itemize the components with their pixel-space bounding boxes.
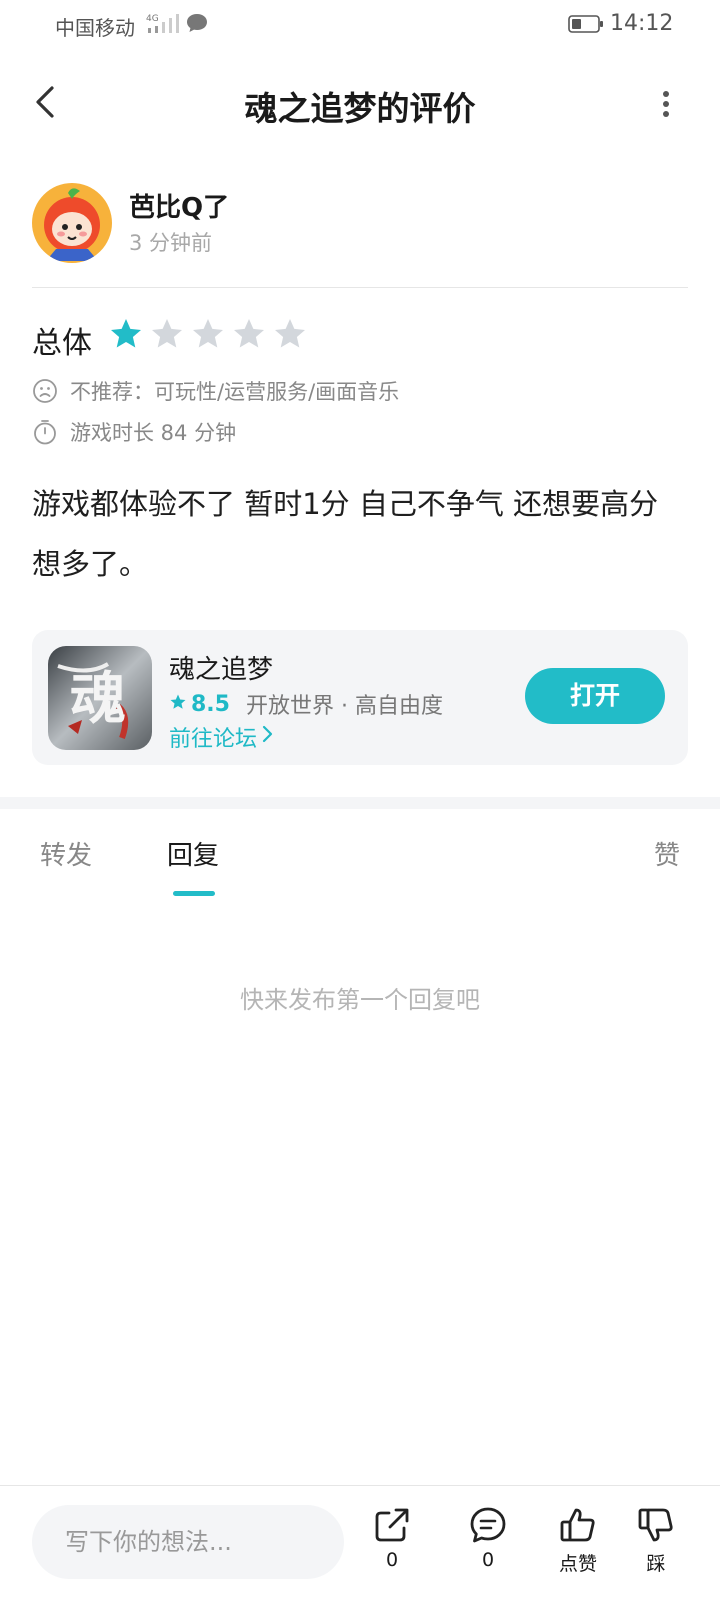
section-divider [0,797,720,809]
star-icon [231,316,269,354]
status-bar: 中国移动 4G 14:12 [0,0,720,50]
review-text: 游戏都体验不了 暂时1分 自己不争气 还想要高分 想多了。 [32,487,659,581]
battery-icon [568,14,604,38]
game-score-row: 8.5 开放世界 · 高自由度 [169,688,443,720]
game-icon-glyph: 魂 [70,666,126,732]
divider [32,287,688,288]
post-time: 3 分钟前 [129,231,213,255]
like-button[interactable]: 点赞 [543,1505,613,1576]
rating-label: 总体 [32,326,92,361]
like-label: 点赞 [558,1553,597,1575]
play-time-text: 游戏时长 84 分钟 [70,421,237,445]
score-star-icon [169,692,187,717]
comment-count: 0 [481,1549,495,1571]
author-name[interactable]: 芭比Q了 [129,187,229,224]
not-recommend-row: 不推荐：可玩性/运营服务/画面音乐 [32,376,399,406]
not-recommend-text: 不推荐：可玩性/运营服务/画面音乐 [70,380,400,404]
game-score: 8.5 [191,691,230,717]
clock: 14:12 [610,11,674,36]
forum-link[interactable]: 前往论坛 [169,721,277,753]
empty-replies-message: 快来发布第一个回复吧 [240,986,480,1014]
signal-icon: 4G [146,12,180,40]
game-card[interactable]: 魂 魂之追梦 8.5 开放世界 · 高自由度 前往论坛 打开 [32,630,688,765]
tab-likes[interactable]: 赞 [654,835,680,872]
sad-face-icon [32,378,58,404]
star-icon [190,316,228,354]
game-name[interactable]: 魂之追梦 [169,649,273,686]
more-icon[interactable] [650,84,682,124]
share-icon [357,1505,427,1545]
play-time-row: 游戏时长 84 分钟 [32,417,236,447]
forum-link-label: 前往论坛 [169,727,258,752]
star-icon [149,316,187,354]
network-type-label: 4G [146,14,159,24]
share-button[interactable]: 0 [357,1505,427,1571]
page-title: 魂之追梦的评价 [244,89,476,128]
avatar[interactable] [32,183,112,263]
dislike-button[interactable]: 踩 [621,1505,691,1576]
bottom-bar-divider [0,1485,720,1486]
dislike-label: 踩 [646,1553,666,1575]
thumbs-up-icon [543,1505,613,1545]
tab-repost[interactable]: 转发 [40,835,92,872]
game-tags: 开放世界 · 高自由度 [245,694,443,719]
comment-input[interactable] [32,1505,344,1579]
comment-button[interactable]: 0 [453,1505,523,1571]
star-icon [108,316,146,354]
game-icon[interactable]: 魂 [48,646,152,750]
carrier-label: 中国移动 [55,16,135,40]
thumbs-down-icon [621,1505,691,1545]
star-icon [272,316,310,354]
message-icon [186,13,208,37]
active-tab-indicator [173,891,215,896]
share-count: 0 [385,1549,399,1571]
nav-bar: 魂之追梦的评价 [0,62,720,144]
open-game-button[interactable]: 打开 [525,668,665,724]
tab-reply[interactable]: 回复 [167,835,219,872]
comment-icon [453,1505,523,1545]
chevron-right-icon [257,723,277,751]
timer-icon [32,419,58,445]
